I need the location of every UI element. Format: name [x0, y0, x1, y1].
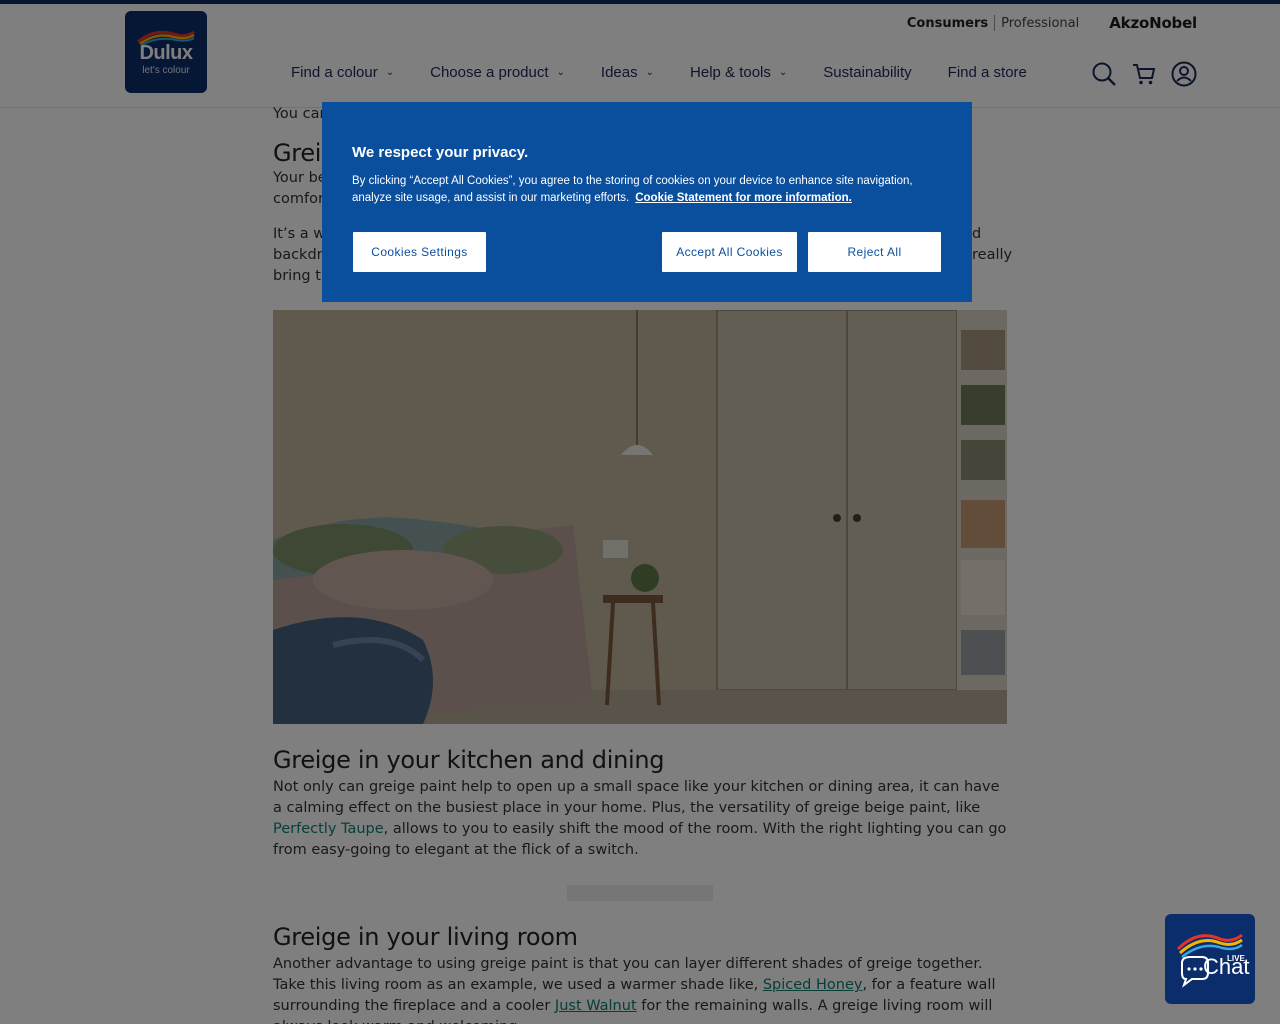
cookie-statement-link[interactable]: Cookie Statement for more information. [635, 192, 852, 204]
chat-live-badge: LIVE [1227, 954, 1245, 963]
cookie-description: By clicking “Accept All Cookies”, you ag… [352, 173, 942, 207]
cookie-consent-dialog: We respect your privacy. By clicking “Ac… [322, 102, 972, 302]
cookies-settings-button[interactable]: Cookies Settings [352, 231, 487, 273]
reject-all-button[interactable]: Reject All [807, 231, 942, 273]
accept-all-cookies-button[interactable]: Accept All Cookies [661, 231, 798, 273]
live-chat-button[interactable]: Chat LIVE [1165, 914, 1255, 1004]
cookie-title: We respect your privacy. [352, 144, 529, 161]
